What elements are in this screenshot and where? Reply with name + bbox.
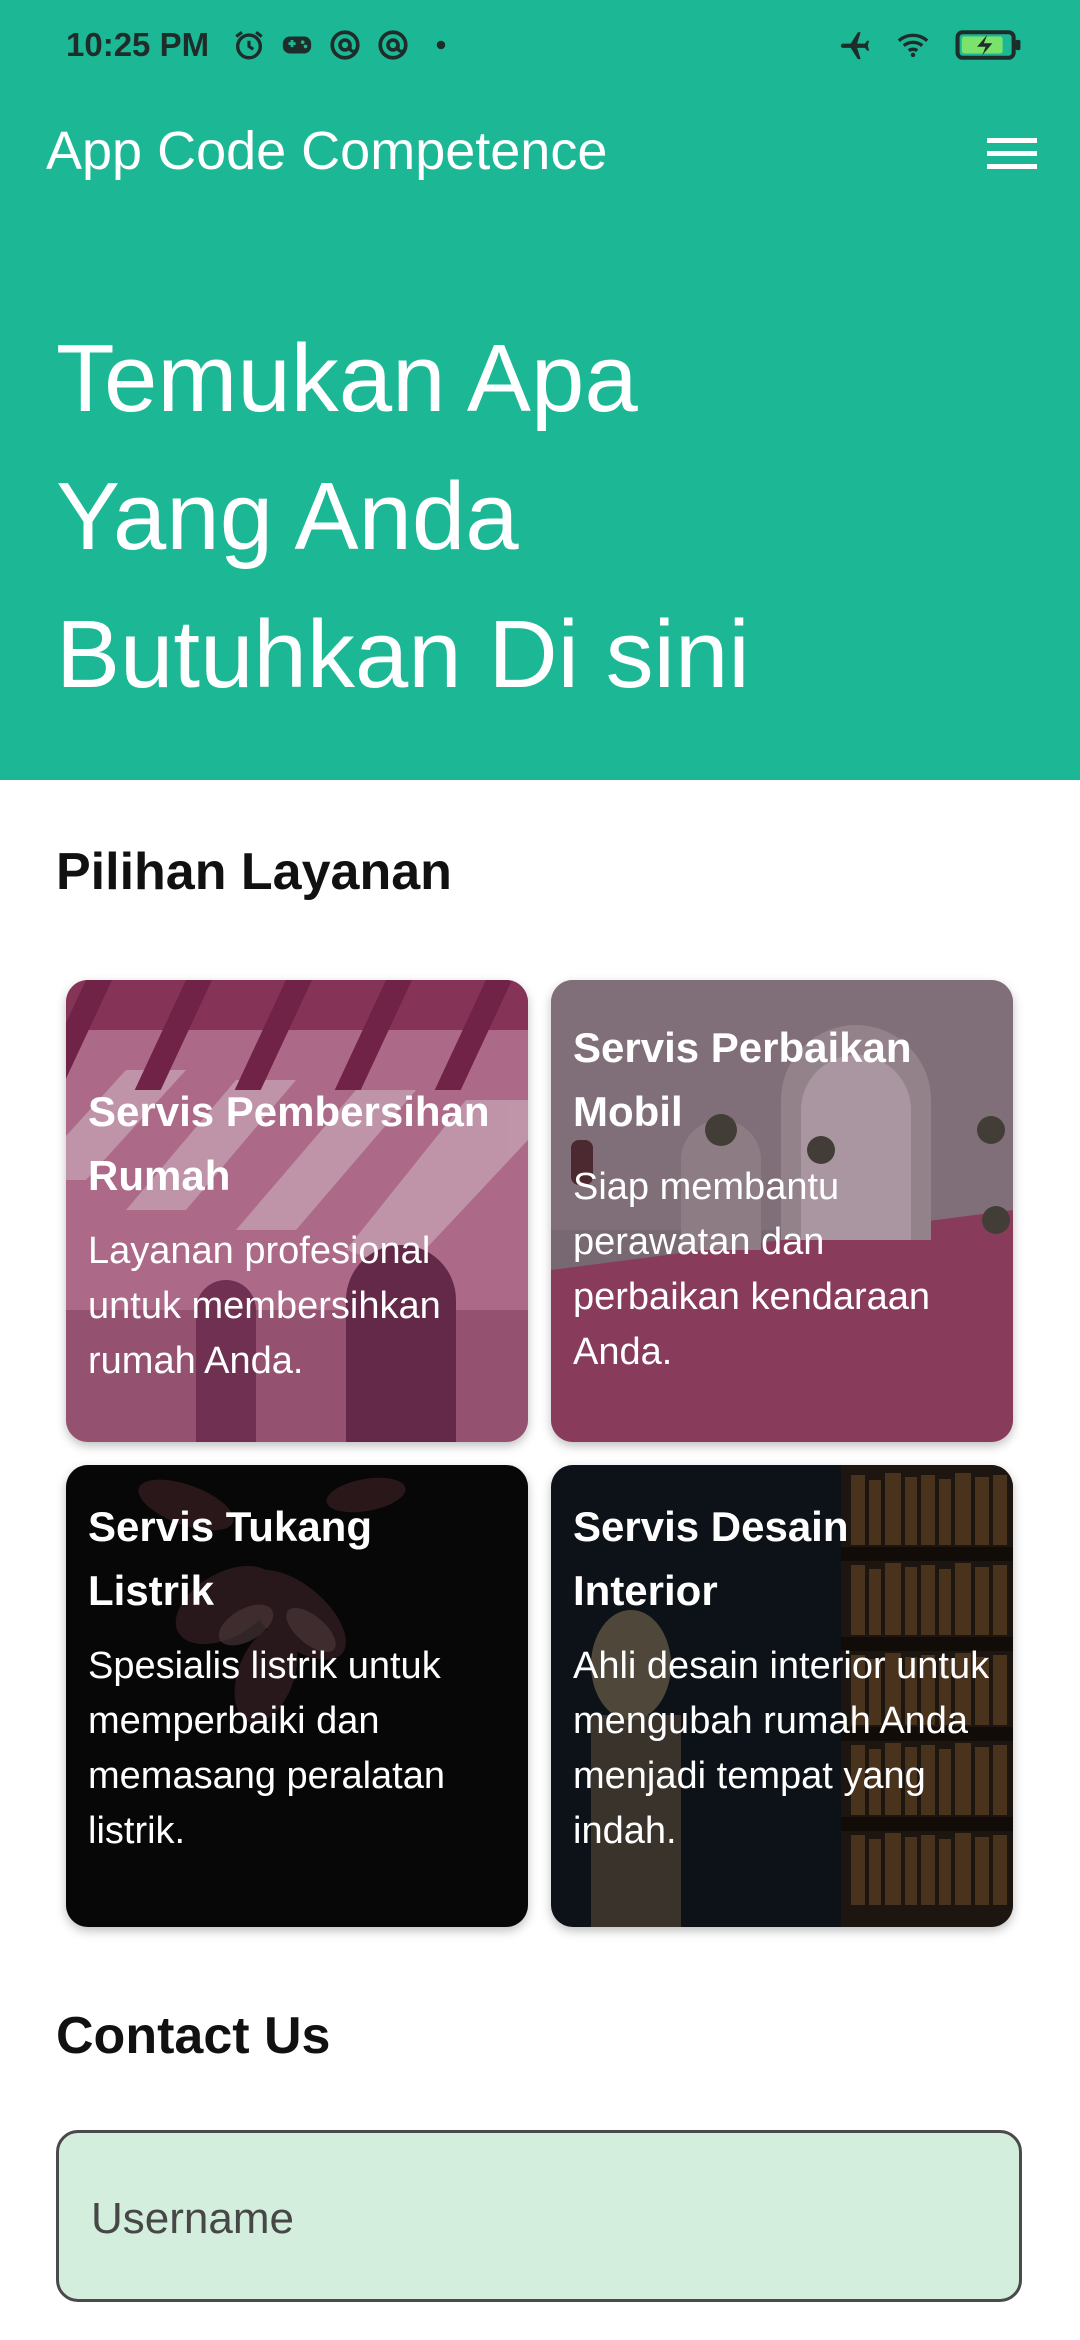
app-title: App Code Competence [46, 121, 608, 181]
service-card-content: Servis Tukang Listrik Spesialis listrik … [88, 1495, 508, 1859]
service-card-description: Siap membantu perawatan dan perbaikan ke… [573, 1166, 931, 1373]
battery-charging-icon [955, 30, 1021, 60]
service-card-cleaning[interactable]: Servis Pembersihan Rumah Layanan profesi… [66, 980, 528, 1442]
status-bar: 10:25 PM [0, 0, 1080, 96]
contact-section-title: Contact Us [56, 2007, 331, 2065]
alarm-icon [235, 31, 263, 60]
wifi-icon [897, 33, 929, 58]
status-icons-left [232, 28, 458, 62]
service-card-title: Servis Tukang Listrik [88, 1503, 372, 1614]
service-card-title: Servis Pembersihan Rumah [88, 1088, 490, 1199]
at-sign-icon [330, 30, 360, 60]
service-card-description: Spesialis listrik untuk memperbaiki dan … [88, 1645, 445, 1852]
service-card-interior-design[interactable]: Servis Desain Interior Ahli desain inter… [551, 1465, 1013, 1927]
header: 10:25 PM App Code Competence Temukan Apa… [0, 0, 1080, 780]
hero-title: Temukan Apa Yang Anda Butuhkan Di sini [56, 310, 856, 724]
airplane-icon [840, 32, 870, 60]
service-card-electrician[interactable]: Servis Tukang Listrik Spesialis listrik … [66, 1465, 528, 1927]
username-field[interactable] [56, 2130, 1022, 2302]
service-card-content: Servis Pembersihan Rumah Layanan profesi… [88, 1080, 508, 1389]
services-section-title: Pilihan Layanan [56, 843, 452, 901]
hero-line: Yang Anda [56, 463, 519, 570]
service-card-title: Servis Desain Interior [573, 1503, 849, 1614]
hamburger-menu-icon [987, 138, 1037, 169]
hero-line: Butuhkan Di sini [56, 601, 750, 708]
service-card-title: Servis Perbaikan Mobil [573, 1024, 912, 1135]
menu-button[interactable] [984, 126, 1040, 182]
username-input[interactable] [89, 2183, 973, 2255]
service-card-content: Servis Perbaikan Mobil Siap membantu per… [573, 1016, 993, 1380]
status-icons-right [838, 28, 1024, 62]
at-sign-icon [378, 30, 408, 60]
dot-icon [436, 40, 446, 50]
status-time: 10:25 PM [66, 26, 210, 63]
service-card-car-repair[interactable]: Servis Perbaikan Mobil Siap membantu per… [551, 980, 1013, 1442]
hero-line: Temukan Apa [56, 325, 638, 432]
service-card-description: Ahli desain interior untuk mengubah ruma… [573, 1645, 990, 1852]
service-card-description: Layanan profesional untuk membersihkan r… [88, 1230, 441, 1382]
service-card-content: Servis Desain Interior Ahli desain inter… [573, 1495, 993, 1859]
gamepad-icon [282, 36, 312, 54]
services-grid: Servis Pembersihan Rumah Layanan profesi… [66, 980, 1016, 1930]
